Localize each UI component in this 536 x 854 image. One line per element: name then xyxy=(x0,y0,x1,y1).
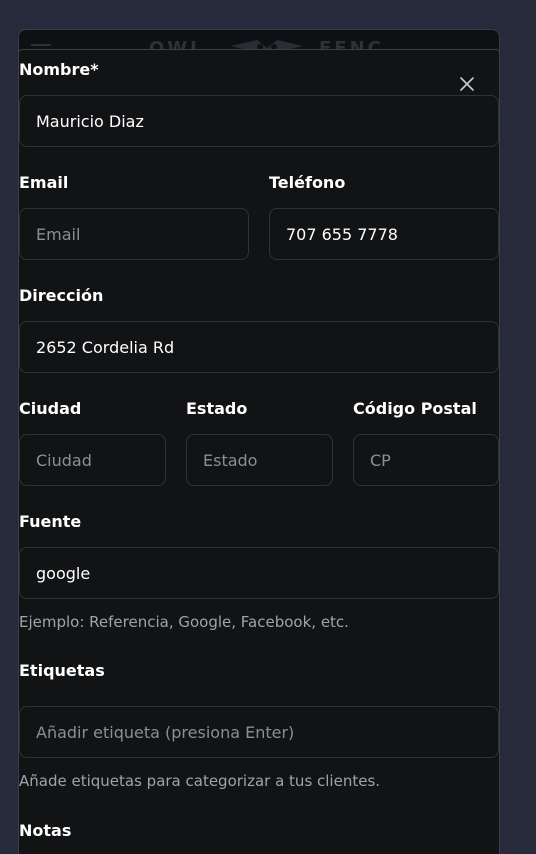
notas-label: Notas xyxy=(19,821,72,840)
fuente-hint: Ejemplo: Referencia, Google, Facebook, e… xyxy=(19,613,349,631)
direccion-label: Dirección xyxy=(19,286,104,305)
nombre-input[interactable]: Mauricio Diaz xyxy=(19,95,499,147)
fuente-label: Fuente xyxy=(19,512,82,531)
ciudad-label: Ciudad xyxy=(19,399,82,418)
telefono-label: Teléfono xyxy=(269,173,346,192)
etiquetas-hint: Añade etiquetas para categorizar a tus c… xyxy=(19,772,381,790)
fuente-input[interactable]: google xyxy=(19,547,499,599)
email-input[interactable]: Email xyxy=(19,208,249,260)
menu-icon xyxy=(31,44,51,46)
telefono-input[interactable]: 707 655 7778 xyxy=(269,208,499,260)
close-icon xyxy=(460,77,474,91)
cp-label: Código Postal xyxy=(353,399,477,418)
client-form-modal: Nombre* Mauricio Diaz Email Email Teléfo… xyxy=(18,49,500,854)
estado-label: Estado xyxy=(186,399,248,418)
direccion-input[interactable]: 2652 Cordelia Rd xyxy=(19,321,499,373)
email-label: Email xyxy=(19,173,69,192)
etiquetas-input[interactable]: Añadir etiqueta (presiona Enter) xyxy=(19,706,499,758)
estado-input[interactable]: Estado xyxy=(186,434,333,486)
close-button[interactable] xyxy=(457,74,477,94)
nombre-label: Nombre* xyxy=(19,60,99,79)
etiquetas-label: Etiquetas xyxy=(19,661,105,680)
cp-input[interactable]: CP xyxy=(353,434,499,486)
ciudad-input[interactable]: Ciudad xyxy=(19,434,166,486)
